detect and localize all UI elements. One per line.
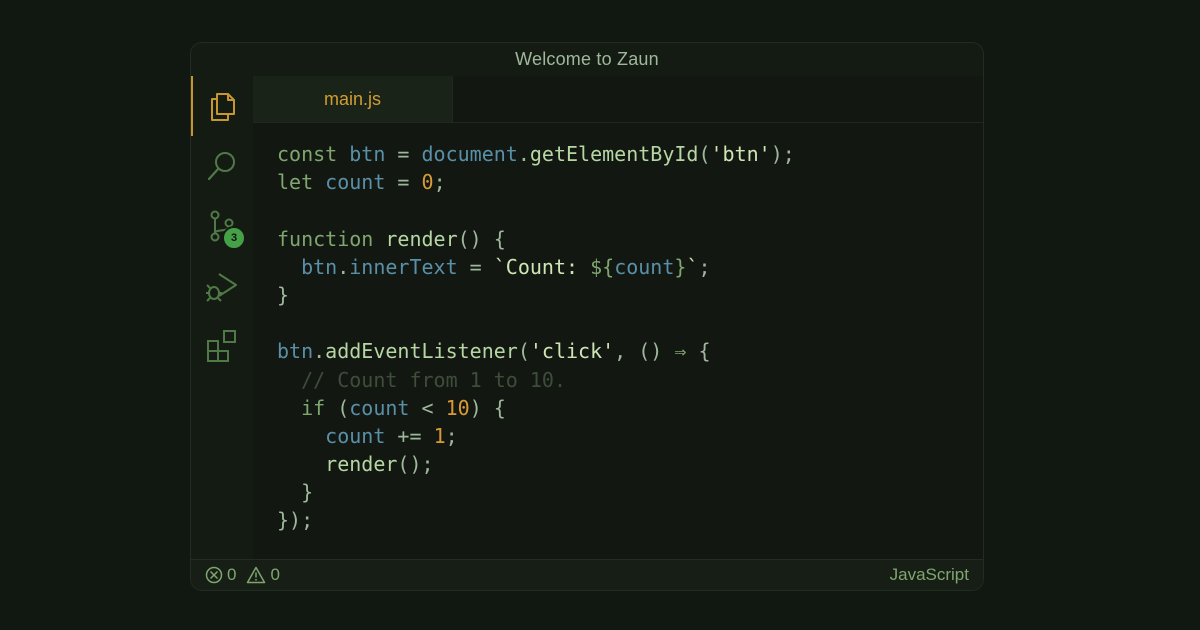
code-token: count	[325, 423, 386, 448]
activity-run-debug[interactable]	[191, 256, 253, 316]
code-token: getElementById	[529, 142, 699, 166]
code-token: `Count:	[493, 254, 591, 279]
code-token: (	[698, 142, 711, 166]
code-token: , ()	[614, 339, 675, 364]
code-token: .	[337, 254, 350, 279]
error-count: 0	[227, 565, 237, 584]
search-icon	[207, 152, 235, 181]
code-token: 10	[445, 395, 470, 420]
code-token: btn	[301, 254, 338, 279]
window-title: Welcome to Zaun	[515, 49, 659, 69]
code-token: render	[385, 226, 458, 251]
code-line: btn.innerText = `Count: ${count}`;	[277, 253, 795, 281]
activity-source-control[interactable]: 3	[191, 196, 253, 256]
code-token: innerText	[349, 254, 458, 279]
code-token: +=	[385, 423, 434, 448]
code-token: btn	[349, 142, 386, 166]
code-token: ();	[397, 452, 434, 477]
code-token: count	[349, 395, 410, 420]
title-bar: Welcome to Zaun	[191, 43, 983, 76]
code-line: }	[277, 478, 795, 506]
code-token: =	[385, 170, 422, 195]
code-token: btn	[277, 339, 314, 364]
warning-icon	[247, 566, 266, 584]
code-token: {	[686, 339, 711, 364]
code-token: <	[409, 395, 446, 420]
code-token: ) {	[469, 395, 506, 420]
code-line: // Count from 1 to 10.	[277, 366, 795, 394]
code-line: const btn = document.getElementById('btn…	[277, 140, 795, 168]
code-line: render();	[277, 450, 795, 478]
run-debug-icon	[206, 273, 237, 302]
tab-bar: main.js	[253, 76, 983, 123]
code-token: count	[325, 170, 386, 195]
code-token: =	[385, 142, 422, 166]
code-token: // Count from 1 to 10.	[277, 367, 566, 392]
code-content: const btn = document.getElementById('btn…	[277, 140, 795, 535]
code-token: ⇒	[674, 339, 687, 364]
code-token: ;	[445, 423, 458, 448]
code-line: if (count < 10) {	[277, 394, 795, 422]
warning-count: 0	[270, 565, 280, 584]
code-token: .	[313, 339, 326, 364]
code-token: 1	[433, 423, 446, 448]
code-line: let count = 0;	[277, 168, 795, 196]
code-line: });	[277, 506, 795, 534]
code-token: });	[277, 508, 314, 533]
code-token: .	[517, 142, 530, 166]
code-token: () {	[457, 226, 506, 251]
code-token: `	[686, 254, 699, 279]
code-token: (	[337, 395, 350, 420]
error-icon	[205, 566, 223, 584]
files-icon	[211, 93, 235, 121]
activity-search[interactable]	[191, 136, 253, 196]
code-token: ;	[433, 170, 446, 195]
code-token: render	[325, 452, 398, 477]
code-token: );	[770, 142, 795, 166]
extensions-icon	[207, 330, 236, 362]
code-token: addEventListener	[325, 339, 518, 364]
code-line: function render() {	[277, 225, 795, 253]
status-bar: 0 0 JavaScript	[191, 559, 983, 590]
language-label: JavaScript	[889, 565, 969, 584]
problems-indicator[interactable]: 0 0	[205, 560, 280, 590]
code-token: count	[614, 254, 675, 279]
code-token: 'click'	[529, 339, 615, 364]
code-editor[interactable]: const btn = document.getElementById('btn…	[253, 123, 983, 560]
code-token: let	[277, 170, 326, 195]
code-token: function	[277, 226, 386, 251]
tab-label: main.js	[323, 88, 381, 109]
code-token: ;	[698, 254, 711, 279]
code-line: count += 1;	[277, 422, 795, 450]
code-token: }	[277, 282, 290, 307]
code-token: const	[277, 142, 350, 166]
source-control-badge: 3	[222, 226, 246, 250]
code-token: ${	[590, 254, 615, 279]
code-line: }	[277, 281, 795, 309]
tab-main-js[interactable]: main.js	[253, 76, 453, 122]
code-token: document	[421, 142, 518, 166]
language-mode[interactable]: JavaScript	[890, 560, 969, 590]
code-token: 0	[421, 170, 434, 195]
code-token: }	[674, 254, 687, 279]
activity-bar: 3	[191, 76, 253, 560]
activity-explorer[interactable]	[191, 76, 253, 136]
code-line: btn.addEventListener('click', () ⇒ {	[277, 337, 795, 365]
code-token: if	[301, 395, 338, 420]
code-token: =	[457, 254, 494, 279]
editor-window: Welcome to Zaun 3 main.js const btn = do…	[190, 42, 984, 591]
activity-extensions[interactable]	[191, 316, 253, 376]
code-token: 'btn'	[710, 142, 771, 166]
code-token: }	[277, 480, 314, 505]
code-token: (	[517, 339, 530, 364]
